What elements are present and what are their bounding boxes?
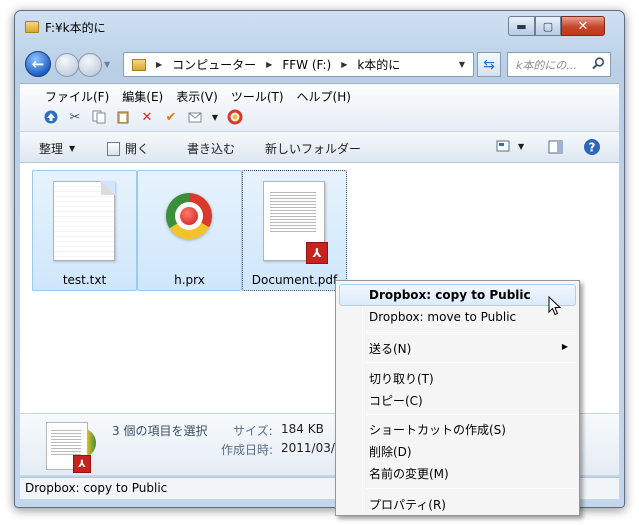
menu-item-properties[interactable]: プロパティ(R) xyxy=(339,492,576,514)
menu-separator xyxy=(366,488,576,489)
mail-icon[interactable] xyxy=(186,108,204,126)
pdf-file-icon: ⅄ xyxy=(263,181,328,264)
chevron-down-icon: ▼ xyxy=(518,141,525,151)
breadcrumb-arrow-icon[interactable]: ▶ xyxy=(266,60,272,69)
command-bar: 整理 ▼ 開く 書き込む 新しいフォルダー ▼ ? xyxy=(20,131,619,163)
search-placeholder: k本的にの... xyxy=(516,58,577,72)
prx-file-icon xyxy=(166,193,212,239)
pdf-preview-text xyxy=(51,428,81,456)
mouse-cursor-icon xyxy=(548,296,562,316)
file-item-test-txt[interactable]: test.txt xyxy=(32,170,137,291)
svg-text:?: ? xyxy=(589,141,596,155)
context-menu: Dropbox: copy to Public Dropbox: move to… xyxy=(335,280,580,516)
maximize-button[interactable]: ▢ xyxy=(535,16,561,36)
date-label: 作成日時: xyxy=(221,443,274,457)
recent-pages-dropdown-icon[interactable]: ▼ xyxy=(104,60,110,69)
dropdown-icon[interactable]: ▼ xyxy=(210,108,220,126)
open-label: 開く xyxy=(125,142,150,156)
address-folder-icon xyxy=(132,58,146,71)
close-button[interactable]: ✕ xyxy=(561,16,605,36)
adobe-pdf-icon: ⅄ xyxy=(306,242,328,264)
open-icon xyxy=(107,141,120,156)
adobe-pdf-icon: ⅄ xyxy=(73,455,91,473)
preview-pane-button[interactable] xyxy=(548,140,564,154)
size-label: サイズ: xyxy=(233,424,273,438)
menu-item-send-to[interactable]: 送る(N) ▶ xyxy=(339,336,576,358)
send-to-label: 送る(N) xyxy=(369,342,412,356)
menu-separator xyxy=(366,414,576,415)
up-icon[interactable] xyxy=(42,108,60,126)
refresh-icon: ⇆ xyxy=(483,56,495,73)
menu-tools[interactable]: ツール(T) xyxy=(226,88,292,105)
menu-edit[interactable]: 編集(E) xyxy=(117,88,171,105)
search-input[interactable]: k本的にの... xyxy=(507,52,611,77)
refresh-button[interactable]: ⇆ xyxy=(477,52,501,77)
menu-item-create-shortcut[interactable]: ショートカットの作成(S) xyxy=(339,417,576,439)
back-button[interactable]: ← xyxy=(25,51,51,77)
paste-icon[interactable] xyxy=(114,108,132,126)
breadcrumb-computer[interactable]: コンピューター xyxy=(172,56,256,73)
title-bar[interactable]: F:¥k本的に ▬ ▢ ✕ xyxy=(15,11,624,51)
help-icon: ? xyxy=(584,139,600,155)
menu-item-dropbox-move[interactable]: Dropbox: move to Public xyxy=(339,306,576,328)
breadcrumb-arrow-icon[interactable]: ▶ xyxy=(341,60,347,69)
menu-item-rename[interactable]: 名前の変更(M) xyxy=(339,461,576,483)
preview-pane-icon xyxy=(548,140,563,154)
search-icon[interactable] xyxy=(592,57,605,70)
menu-item-cut[interactable]: 切り取り(T) xyxy=(339,366,576,388)
breadcrumb: ▶ コンピューター ▶ FFW (F:) ▶ k本的に xyxy=(156,56,400,73)
folder-icon xyxy=(25,21,39,33)
chevron-down-icon: ▼ xyxy=(69,144,76,153)
open-button[interactable]: 開く xyxy=(107,140,149,157)
organize-label: 整理 xyxy=(39,142,64,156)
check-icon[interactable]: ✔ xyxy=(162,108,180,126)
new-folder-label: 新しいフォルダー xyxy=(265,142,362,156)
file-name: test.txt xyxy=(62,273,107,287)
copy-icon[interactable] xyxy=(90,108,108,126)
menu-toolbar-area: ファイル(F) 編集(E) 表示(V) ツール(T) ヘルプ(H) ✂ ✕ ✔ … xyxy=(20,83,619,131)
properties-icon[interactable] xyxy=(226,108,244,126)
selection-count: 3 個の項目を選択 xyxy=(112,424,208,438)
menu-view[interactable]: 表示(V) xyxy=(171,88,226,105)
file-item-document-pdf[interactable]: ⅄ Document.pdf xyxy=(242,170,347,291)
burn-button[interactable]: 書き込む xyxy=(187,140,235,157)
views-icon xyxy=(496,140,510,152)
text-file-icon xyxy=(53,181,115,261)
address-dropdown-icon[interactable]: ▼ xyxy=(459,60,465,69)
back-arrow-icon: ← xyxy=(31,55,45,73)
toolbar-icons: ✂ ✕ ✔ ▼ xyxy=(42,108,250,126)
views-button[interactable]: ▼ xyxy=(496,140,524,152)
help-button[interactable]: ? xyxy=(583,138,601,156)
size-value: 184 KB xyxy=(281,422,324,436)
breadcrumb-drive[interactable]: FFW (F:) xyxy=(282,58,331,72)
pdf-preview-text xyxy=(270,190,316,234)
organize-button[interactable]: 整理 ▼ xyxy=(39,140,75,157)
cut-icon[interactable]: ✂ xyxy=(66,108,84,126)
minimize-button[interactable]: ▬ xyxy=(508,16,535,36)
breadcrumb-arrow-icon[interactable]: ▶ xyxy=(156,60,162,69)
address-bar[interactable]: ▶ コンピューター ▶ FFW (F:) ▶ k本的に ▼ xyxy=(123,52,474,77)
file-name: h.prx xyxy=(174,273,205,287)
breadcrumb-folder[interactable]: k本的に xyxy=(357,56,400,73)
file-name: Document.pdf xyxy=(251,273,338,287)
menu-file[interactable]: ファイル(F) xyxy=(40,88,117,105)
menu-separator xyxy=(366,332,576,333)
burn-label: 書き込む xyxy=(187,142,236,156)
window-title: F:¥k本的に xyxy=(45,21,106,35)
file-item-h-prx[interactable]: h.prx xyxy=(137,170,242,291)
menu-bar: ファイル(F) 編集(E) 表示(V) ツール(T) ヘルプ(H) xyxy=(40,88,359,105)
forward-button-2[interactable] xyxy=(78,53,102,77)
menu-item-dropbox-copy[interactable]: Dropbox: copy to Public xyxy=(339,284,576,306)
date-value: 2011/03/0 xyxy=(281,441,335,455)
selection-thumbnail-icon: ⅄ xyxy=(46,422,91,473)
submenu-arrow-icon: ▶ xyxy=(561,342,568,351)
menu-item-delete[interactable]: 削除(D) xyxy=(339,439,576,461)
menu-help[interactable]: ヘルプ(H) xyxy=(292,88,359,105)
forward-button[interactable] xyxy=(55,53,79,77)
delete-icon[interactable]: ✕ xyxy=(138,108,156,126)
new-folder-button[interactable]: 新しいフォルダー xyxy=(265,140,361,157)
menu-separator xyxy=(366,362,576,363)
menu-item-copy[interactable]: コピー(C) xyxy=(339,388,576,410)
